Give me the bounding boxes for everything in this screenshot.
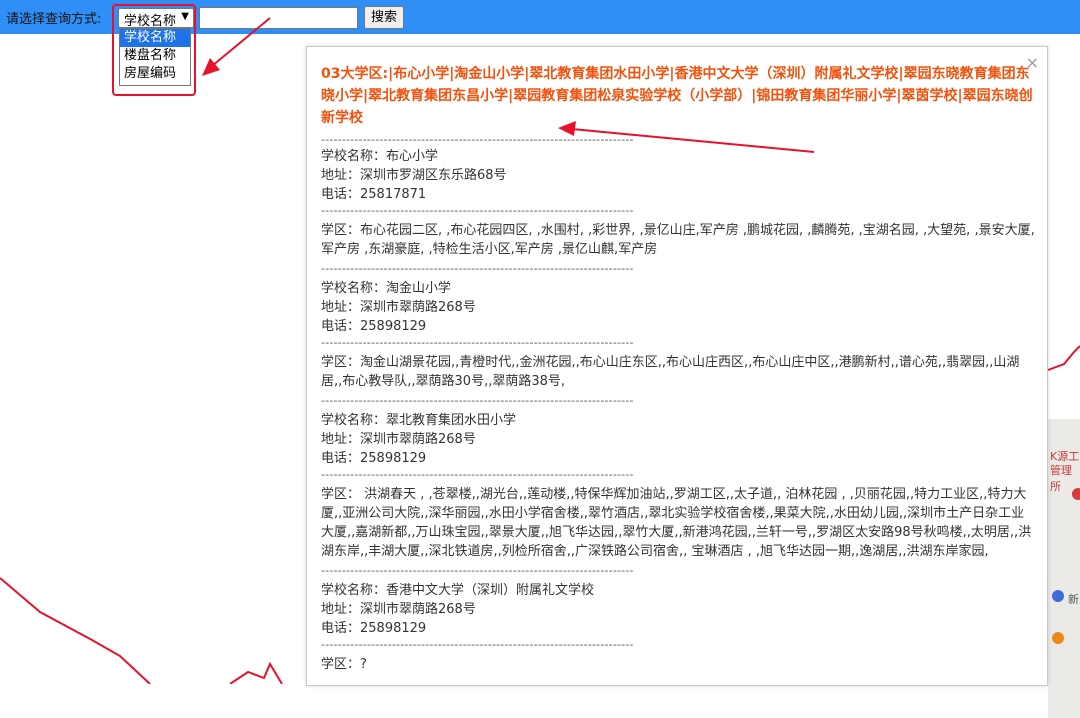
school-entry: 学校名称：翠北教育集团水田小学 地址：深圳市翠荫路268号 电话：2589812…	[321, 411, 1037, 578]
school-district-popup: × 03大学区:|布心小学|淘金山小学|翠北教育集团水田小学|香港中文大学（深圳…	[306, 46, 1048, 686]
divider: ----------------------------------------…	[321, 336, 634, 349]
annotation-highlight-box	[112, 4, 196, 96]
divider: ----------------------------------------…	[321, 394, 634, 407]
school-address: 地址：深圳市翠荫路268号	[321, 432, 476, 447]
school-address: 地址：深圳市翠荫路268号	[321, 300, 476, 315]
search-button[interactable]: 搜索	[364, 6, 404, 29]
divider: ----------------------------------------…	[321, 133, 634, 146]
map-poi-icon[interactable]	[1052, 590, 1064, 602]
school-name: 学校名称：淘金山小学	[321, 281, 452, 296]
school-phone: 电话：25898129	[321, 319, 427, 334]
divider: ----------------------------------------…	[321, 262, 634, 275]
divider: ----------------------------------------…	[321, 638, 634, 651]
school-name: 学校名称：翠北教育集团水田小学	[321, 413, 517, 428]
school-phone: 电话：25817871	[321, 187, 427, 202]
district-title: 03大学区:|布心小学|淘金山小学|翠北教育集团水田小学|香港中文大学（深圳）附…	[321, 66, 1033, 126]
divider: ----------------------------------------…	[321, 564, 634, 577]
school-entry: 学校名称：淘金山小学 地址：深圳市翠荫路268号 电话：25898129 ---…	[321, 279, 1037, 408]
school-entry: 学校名称：布心小学 地址：深圳市罗湖区东乐路68号 电话：25817871 --…	[321, 147, 1037, 276]
popup-content: 03大学区:|布心小学|淘金山小学|翠北教育集团水田小学|香港中文大学（深圳）附…	[321, 63, 1037, 677]
map-pin-icon[interactable]	[1072, 488, 1080, 500]
school-entry: 学校名称：香港中文大学（深圳）附属礼文学校 地址：深圳市翠荫路268号 电话：2…	[321, 581, 1037, 674]
school-district-list: 学区：?	[321, 657, 367, 672]
query-mode-label: 请选择查询方式:	[6, 12, 102, 27]
divider: ----------------------------------------…	[321, 468, 634, 481]
map-poi-icon[interactable]	[1052, 632, 1064, 644]
divider: ----------------------------------------…	[321, 204, 634, 217]
school-phone: 电话：25898129	[321, 621, 427, 636]
school-phone: 电话：25898129	[321, 451, 427, 466]
search-input[interactable]	[199, 7, 358, 29]
school-district-list: 学区： 洪湖春天 , ,苍翠楼,,湖光台,,莲动楼,,特保华辉加油站,,罗湖工区…	[321, 487, 1032, 559]
school-address: 地址：深圳市罗湖区东乐路68号	[321, 168, 507, 183]
school-district-list: 学区：淘金山湖景花园,,青橙时代,,金洲花园,,布心山庄东区,,布心山庄西区,,…	[321, 355, 1020, 389]
map-label: 新	[1068, 593, 1079, 606]
school-name: 学校名称：香港中文大学（深圳）附属礼文学校	[321, 583, 595, 598]
school-district-list: 学区：布心花园二区, ,布心花园四区, ,水围村, ,彩世界, ,景亿山庄,军产…	[321, 223, 1035, 257]
school-name: 学校名称：布心小学	[321, 149, 439, 164]
school-address: 地址：深圳市翠荫路268号	[321, 602, 476, 617]
